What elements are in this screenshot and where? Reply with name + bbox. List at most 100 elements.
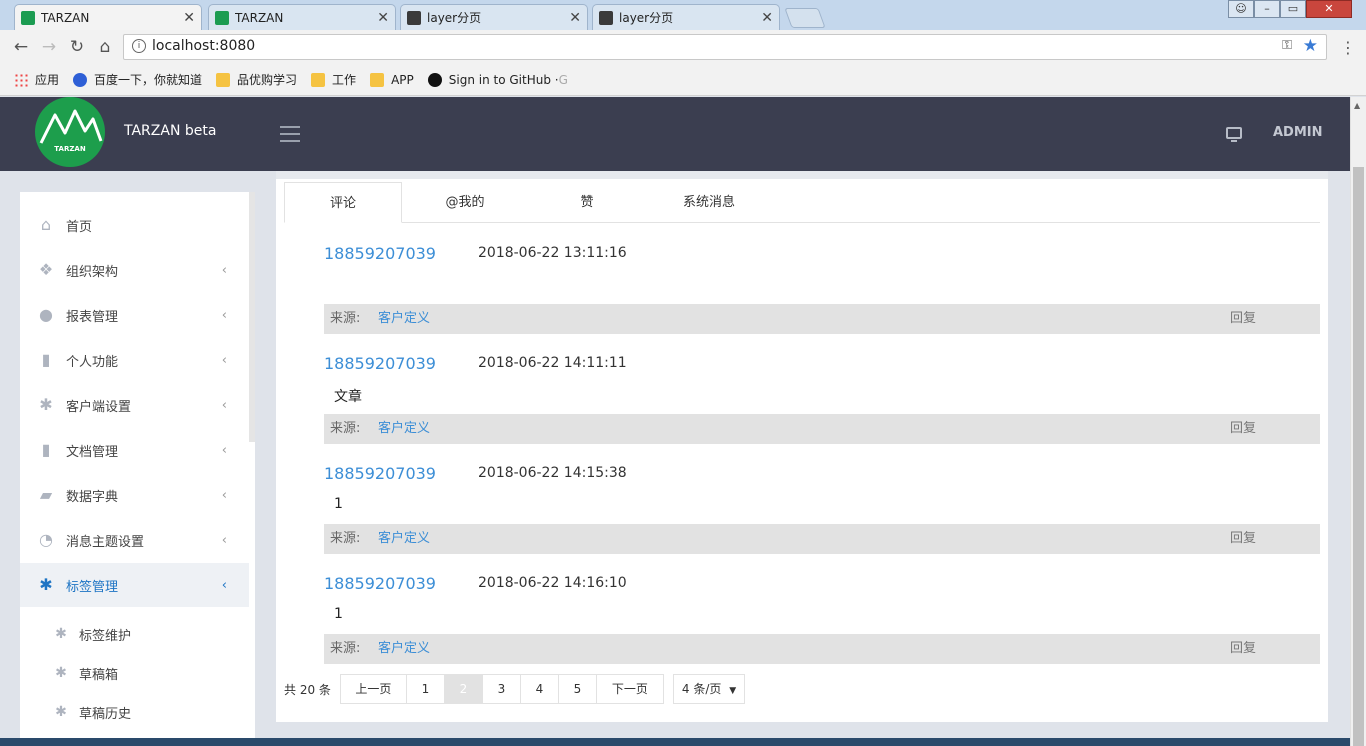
source-link[interactable]: 客户定义: [378, 524, 430, 554]
reply-button[interactable]: 回复: [1230, 414, 1256, 444]
user-menu[interactable]: ADMIN: [1273, 125, 1323, 140]
comment-body: 文章: [334, 389, 362, 405]
comment-user-link[interactable]: 18859207039: [324, 244, 436, 263]
intellij-icon: [407, 10, 421, 25]
comment-user-link[interactable]: 18859207039: [324, 464, 436, 483]
info-icon[interactable]: i: [132, 39, 146, 53]
pagination-total: 共 20 条: [284, 682, 331, 697]
browser-tab-4[interactable]: layer分页 ✕: [592, 4, 780, 30]
home-icon[interactable]: ⌂: [94, 36, 116, 58]
sidebar-item-dictionary[interactable]: ▰ 数据字典 ‹: [20, 473, 249, 517]
sidebar-item-reports[interactable]: ● 报表管理 ‹: [20, 293, 249, 337]
comment-footer: 来源: 客户定义 回复: [324, 414, 1320, 444]
close-icon[interactable]: ✕: [183, 10, 195, 26]
mountain-icon: [39, 109, 103, 144]
address-bar[interactable]: i localhost:8080 ⚿ ★: [123, 34, 1327, 60]
cubes-icon: ❖: [38, 260, 54, 279]
bookmark-label: 应用: [35, 73, 60, 87]
page-button[interactable]: 3: [482, 674, 521, 704]
minimize-icon[interactable]: –: [1254, 0, 1280, 18]
bookmark-label: APP: [391, 72, 414, 87]
browser-tab-1[interactable]: TARZAN ✕: [14, 4, 202, 30]
bookmark-pinyougou[interactable]: 品优购学习: [216, 71, 297, 88]
hamburger-menu-icon[interactable]: [280, 126, 300, 147]
tab-system-messages[interactable]: 系统消息: [650, 182, 768, 223]
sidebar-subitem-tag-maintenance[interactable]: ✱ 标签维护: [20, 616, 249, 652]
sidebar-item-documents[interactable]: ▮ 文档管理 ‹: [20, 428, 249, 472]
page-size-select[interactable]: 4 条/页 ▼: [672, 674, 746, 704]
bookmark-app[interactable]: APP: [370, 72, 414, 87]
page-scrollbar[interactable]: ▲: [1350, 97, 1366, 746]
sidebar-item-label: 客户端设置: [66, 399, 132, 415]
sidebar-item-home[interactable]: ⌂ 首页: [20, 203, 249, 247]
page-button-current[interactable]: 2: [444, 674, 483, 704]
page-button[interactable]: 1: [406, 674, 445, 704]
browser-tab-3[interactable]: layer分页 ✕: [400, 4, 588, 30]
comment-time: 2018-06-22 14:11:11: [478, 355, 627, 371]
chevron-left-icon: ‹: [221, 577, 227, 593]
sidebar-scrollbar[interactable]: [249, 192, 255, 442]
folder-icon: [370, 72, 385, 87]
user-icon: ●: [39, 305, 53, 324]
prev-page-button[interactable]: 上一页: [339, 674, 407, 704]
chevron-left-icon: ‹: [221, 397, 227, 413]
chevron-left-icon: ‹: [221, 307, 227, 323]
comment-user-link[interactable]: 18859207039: [324, 354, 436, 373]
close-icon[interactable]: ✕: [377, 10, 389, 26]
comment-body: 1: [334, 496, 343, 512]
comment-user-link[interactable]: 18859207039: [324, 574, 436, 593]
bookmark-baidu[interactable]: 百度一下，你就知道: [73, 71, 202, 88]
browser-tab-2[interactable]: TARZAN ✕: [208, 4, 396, 30]
source-label: 来源:: [330, 421, 361, 436]
key-icon[interactable]: ⚿: [1282, 38, 1292, 53]
scroll-up-icon[interactable]: ▲: [1354, 101, 1360, 110]
source-link[interactable]: 客户定义: [378, 634, 430, 664]
reload-icon[interactable]: ↻: [66, 36, 88, 58]
tab-mentions[interactable]: @我的: [406, 182, 524, 223]
back-arrow-icon[interactable]: ←: [10, 36, 32, 58]
scrollbar-thumb[interactable]: [1353, 167, 1364, 746]
new-tab-button[interactable]: [784, 8, 826, 28]
sidebar-item-label: 首页: [66, 219, 93, 235]
close-icon[interactable]: ✕: [761, 10, 773, 26]
browser-menu-icon[interactable]: ⋮: [1340, 38, 1356, 57]
bookmark-apps[interactable]: 应用: [14, 71, 59, 88]
comment-footer: 来源: 客户定义 回复: [324, 304, 1320, 334]
browser-tab-title: TARZAN: [41, 10, 90, 25]
reply-button[interactable]: 回复: [1230, 304, 1256, 334]
source-link[interactable]: 客户定义: [378, 304, 430, 334]
tarzan-logo[interactable]: TARZAN: [35, 97, 105, 167]
sidebar-item-organization[interactable]: ❖ 组织架构 ‹: [20, 248, 249, 292]
source-label: 来源:: [330, 311, 361, 326]
forward-arrow-icon[interactable]: →: [38, 36, 60, 58]
reply-button[interactable]: 回复: [1230, 634, 1256, 664]
tab-comments[interactable]: 评论: [284, 182, 402, 223]
page-button[interactable]: 4: [520, 674, 559, 704]
user-profile-icon[interactable]: ☺: [1228, 0, 1254, 18]
sidebar-item-personal[interactable]: ▮ 个人功能 ‹: [20, 338, 249, 382]
gear-icon: ✱: [39, 575, 53, 594]
sidebar-item-tags[interactable]: ✱ 标签管理 ‹: [20, 563, 249, 607]
window-close-icon[interactable]: ✕: [1306, 0, 1352, 18]
bookmark-github[interactable]: Sign in to GitHub · G: [427, 72, 568, 87]
tab-likes[interactable]: 赞: [528, 182, 646, 223]
next-page-button[interactable]: 下一页: [596, 674, 664, 704]
folder-icon: [216, 72, 231, 87]
sidebar-item-message-topics[interactable]: ◔ 消息主题设置 ‹: [20, 518, 249, 562]
bookmark-star-icon[interactable]: ★: [1303, 36, 1318, 56]
sidebar-subitem-drafts[interactable]: ✱ 草稿箱: [20, 655, 249, 691]
page-button[interactable]: 5: [558, 674, 597, 704]
rss-icon: ◔: [39, 530, 53, 549]
maximize-icon[interactable]: ▭: [1280, 0, 1306, 18]
source-link[interactable]: 客户定义: [378, 414, 430, 444]
monitor-icon[interactable]: [1226, 127, 1242, 142]
sidebar-item-client-settings[interactable]: ✱ 客户端设置 ‹: [20, 383, 249, 427]
chevron-down-icon: ▼: [729, 686, 737, 696]
bookmark-label: 百度一下，你就知道: [94, 73, 203, 87]
reply-button[interactable]: 回复: [1230, 524, 1256, 554]
panel-top-strip: [276, 171, 1328, 179]
bookmark-work[interactable]: 工作: [311, 71, 356, 88]
close-icon[interactable]: ✕: [569, 10, 581, 26]
sidebar-subitem-draft-history[interactable]: ✱ 草稿历史: [20, 694, 249, 730]
sidebar-item-label: 文档管理: [66, 444, 119, 460]
